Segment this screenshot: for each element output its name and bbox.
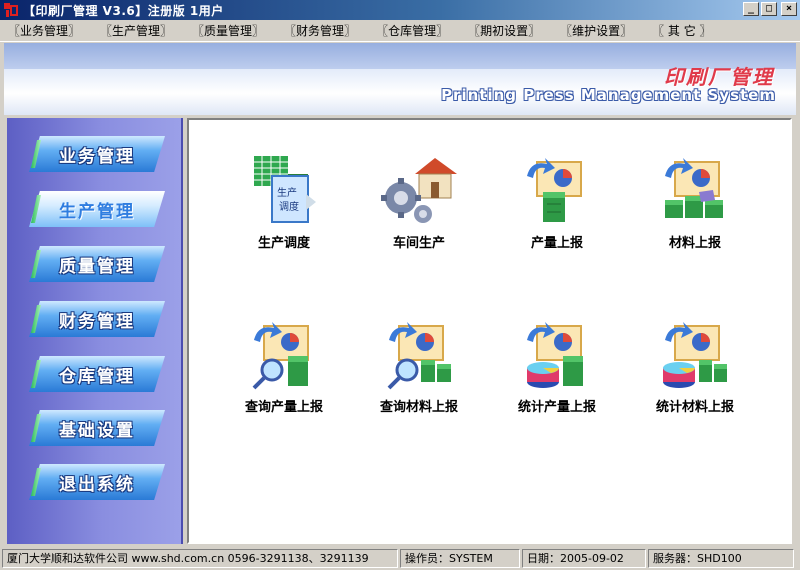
menu-business[interactable]: 〖业务管理〗 [8,22,80,39]
status-operator: 操作员：SYSTEM [400,549,520,568]
banner-title-en: Printing Press Management System [441,86,776,104]
tile-label: 查询材料上报 [379,400,458,415]
app-icon [3,2,19,18]
tile-label: 产量上报 [530,236,583,251]
tile-label: 统计材料上报 [655,400,734,415]
sidebar-item-finance[interactable]: 财务管理 [29,301,165,337]
menu-bar: 〖业务管理〗 〖生产管理〗 〖质量管理〗 〖财务管理〗 〖仓库管理〗 〖期初设置… [0,20,800,42]
sidebar-item-basic-settings[interactable]: 基础设置 [29,410,165,446]
tile-material-report[interactable]: 材料上报 [630,152,760,272]
sidebar-item-label: 业务管理 [59,146,135,167]
menu-finance[interactable]: 〖财务管理〗 [284,22,356,39]
sidebar-item-label: 退出系统 [59,474,135,495]
tile-label: 生产调度 [257,236,310,251]
tile-label: 材料上报 [668,236,721,251]
tile-workshop-production[interactable]: 车间生产 [354,152,484,272]
sidebar: 业务管理 生产管理 质量管理 财务管理 仓库管理 基础设置 退出系统 [7,118,183,544]
menu-warehouse[interactable]: 〖仓库管理〗 [376,22,448,39]
sidebar-item-production[interactable]: 生产管理 [29,191,165,227]
minimize-button[interactable]: _ [743,2,759,16]
tile-stats-output-report[interactable]: 统计产量上报 [492,316,622,436]
stats-material-report-icon [663,322,727,388]
material-report-icon [665,158,723,218]
menu-other[interactable]: 〖 其 它 〗 [652,22,711,39]
menu-initial-setup[interactable]: 〖期初设置〗 [468,22,540,39]
tile-label: 查询产量上报 [244,400,323,415]
sidebar-item-label: 财务管理 [59,311,135,332]
sidebar-item-warehouse[interactable]: 仓库管理 [29,356,165,392]
query-output-report-icon [252,322,309,390]
menu-production[interactable]: 〖生产管理〗 [100,22,172,39]
banner: 印刷厂管理 Printing Press Management System [4,43,796,115]
production-schedule-icon: 生产 调度 [254,156,316,223]
tile-stats-material-report[interactable]: 统计材料上报 [630,316,760,436]
sidebar-item-label: 基础设置 [59,420,135,441]
tile-query-output-report[interactable]: 查询产量上报 [219,316,349,436]
title-bar: 【印刷厂管理 V3.6】注册版 1用户 _ □ × [0,0,800,20]
svg-text:生产: 生产 [277,186,297,199]
sidebar-item-business[interactable]: 业务管理 [29,136,165,172]
tile-production-schedule[interactable]: 生产 调度 生产调度 [219,152,349,272]
tile-label: 统计产量上报 [517,400,596,415]
menu-quality[interactable]: 〖质量管理〗 [192,22,264,39]
window-title: 【印刷厂管理 V3.6】注册版 1用户 [23,3,224,18]
workshop-production-icon [381,158,457,223]
output-report-icon [527,158,582,222]
sidebar-item-label: 生产管理 [59,201,135,222]
stats-output-report-icon [527,322,583,388]
sidebar-item-quality[interactable]: 质量管理 [29,246,165,282]
sidebar-item-label: 质量管理 [59,256,135,277]
query-material-report-icon [387,322,451,390]
tile-label: 车间生产 [392,236,445,251]
tile-query-material-report[interactable]: 查询材料上报 [354,316,484,436]
sidebar-item-label: 仓库管理 [59,366,135,387]
svg-text:调度: 调度 [279,200,299,213]
menu-maintenance[interactable]: 〖维护设置〗 [560,22,632,39]
sidebar-item-exit[interactable]: 退出系统 [29,464,165,500]
close-button[interactable]: × [781,2,797,16]
status-company: 厦门大学顺和达软件公司 www.shd.com.cn 0596-3291138、… [2,549,398,568]
status-server: 服务器：SHD100 [648,549,794,568]
status-bar: 厦门大学顺和达软件公司 www.shd.com.cn 0596-3291138、… [0,547,800,570]
maximize-button[interactable]: □ [761,2,777,16]
tile-output-report[interactable]: 产量上报 [492,152,622,272]
status-date: 日期：2005-09-02 [522,549,646,568]
main-panel: 生产 调度 生产调度 车间生产 产量上报 材料上报 查询产量上报 查询材料上报 … [187,118,792,544]
